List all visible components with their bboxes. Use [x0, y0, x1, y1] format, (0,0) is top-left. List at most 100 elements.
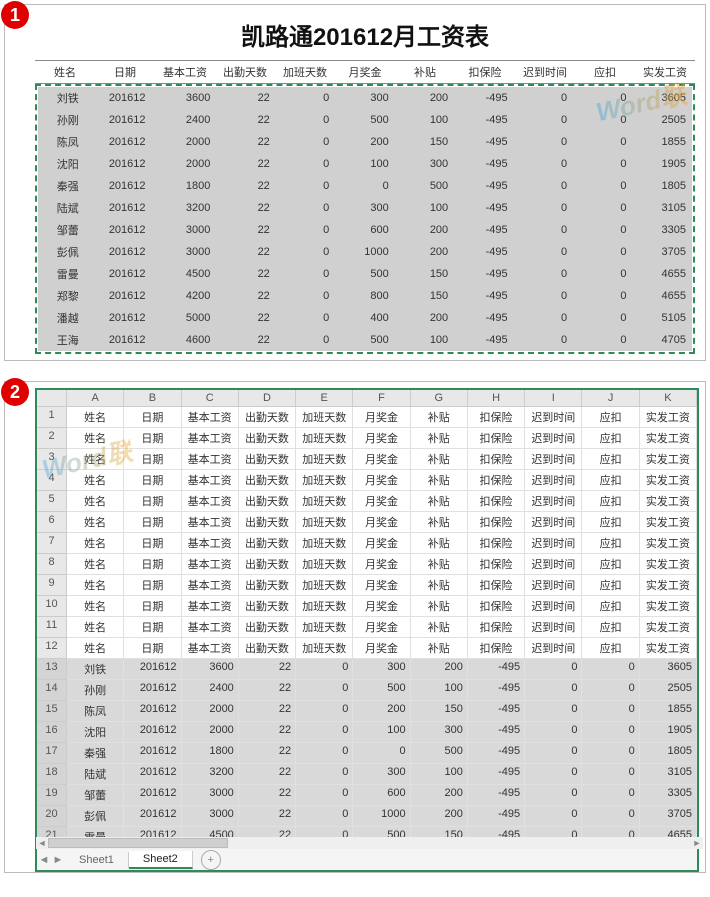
cell[interactable]: 出勤天数	[239, 428, 296, 449]
cell[interactable]: 姓名	[67, 407, 124, 428]
column-letter[interactable]: G	[411, 390, 468, 407]
cell[interactable]: 1905	[633, 153, 692, 175]
cell[interactable]: 0	[525, 701, 582, 722]
cell[interactable]: 孙刚	[67, 680, 124, 701]
cell[interactable]: 补贴	[411, 449, 468, 470]
cell[interactable]: 0	[514, 153, 573, 175]
cell[interactable]: 补贴	[411, 575, 468, 596]
cell[interactable]: 扣保险	[468, 554, 525, 575]
cell[interactable]: 201612	[97, 241, 156, 263]
cell[interactable]: 月奖金	[353, 617, 410, 638]
cell[interactable]: 出勤天数	[239, 470, 296, 491]
cell[interactable]: 600	[335, 219, 394, 241]
cell[interactable]: 201612	[124, 659, 181, 680]
cell[interactable]: 22	[239, 764, 296, 785]
cell[interactable]: 日期	[124, 533, 181, 554]
cell[interactable]: 姓名	[67, 554, 124, 575]
cell[interactable]: 姓名	[67, 491, 124, 512]
cell[interactable]: 日期	[124, 638, 181, 659]
cell[interactable]: 0	[525, 785, 582, 806]
cell[interactable]: 201612	[97, 285, 156, 307]
cell[interactable]: 扣保险	[468, 470, 525, 491]
cell[interactable]: 201612	[124, 743, 181, 764]
cell[interactable]: 0	[573, 109, 632, 131]
cell[interactable]: 2000	[157, 131, 216, 153]
cell[interactable]: 500	[395, 175, 454, 197]
cell[interactable]: 出勤天数	[239, 533, 296, 554]
cell[interactable]: 201612	[97, 307, 156, 329]
cell[interactable]: 500	[335, 109, 394, 131]
cell[interactable]: 姓名	[67, 617, 124, 638]
row-number[interactable]: 1	[37, 407, 67, 428]
cell[interactable]: 日期	[124, 575, 181, 596]
cell[interactable]: 迟到时间	[525, 449, 582, 470]
cell[interactable]: 迟到时间	[525, 638, 582, 659]
cell[interactable]: 沈阳	[67, 722, 124, 743]
cell[interactable]: 22	[216, 153, 275, 175]
cell[interactable]: 加班天数	[296, 596, 353, 617]
cell[interactable]: 22	[216, 219, 275, 241]
cell[interactable]: 200	[395, 219, 454, 241]
table-row[interactable]: 彭佩20161230002201000200-495003705	[38, 241, 692, 263]
row-number[interactable]: 16	[37, 722, 67, 743]
spreadsheet[interactable]: ABCDEFGHIJK1姓名日期基本工资出勤天数加班天数月奖金补贴扣保险迟到时间…	[35, 388, 699, 872]
cell[interactable]: 0	[296, 722, 353, 743]
cell[interactable]: 扣保险	[468, 428, 525, 449]
cell[interactable]: 0	[514, 285, 573, 307]
cell[interactable]: 出勤天数	[239, 554, 296, 575]
cell[interactable]: 201612	[97, 263, 156, 285]
cell[interactable]: 月奖金	[353, 407, 410, 428]
cell[interactable]: 150	[411, 701, 468, 722]
cell[interactable]: 迟到时间	[525, 596, 582, 617]
cell[interactable]: -495	[454, 285, 513, 307]
row-number[interactable]: 7	[37, 533, 67, 554]
cell[interactable]: 0	[514, 241, 573, 263]
row-number[interactable]: 14	[37, 680, 67, 701]
column-letter[interactable]: F	[353, 390, 410, 407]
cell[interactable]: -495	[454, 241, 513, 263]
cell[interactable]: 22	[216, 109, 275, 131]
cell[interactable]: 3000	[157, 241, 216, 263]
cell[interactable]: 500	[335, 329, 394, 351]
cell[interactable]: 0	[296, 806, 353, 827]
cell[interactable]: 150	[395, 285, 454, 307]
cell[interactable]: 月奖金	[353, 554, 410, 575]
cell[interactable]: 1855	[640, 701, 697, 722]
column-letter[interactable]: I	[525, 390, 582, 407]
tab-nav-next-icon[interactable]: ►	[51, 849, 65, 870]
cell[interactable]: 补贴	[411, 491, 468, 512]
cell[interactable]: 0	[525, 722, 582, 743]
cell[interactable]: 实发工资	[640, 428, 697, 449]
cell[interactable]: 日期	[124, 554, 181, 575]
row-number[interactable]: 8	[37, 554, 67, 575]
cell[interactable]: 出勤天数	[239, 407, 296, 428]
cell[interactable]: 2000	[157, 153, 216, 175]
cell[interactable]: 0	[276, 263, 335, 285]
cell[interactable]: 补贴	[411, 596, 468, 617]
cell[interactable]: 加班天数	[296, 470, 353, 491]
select-all-corner[interactable]	[37, 390, 67, 407]
cell[interactable]: 300	[395, 153, 454, 175]
cell[interactable]: 201612	[97, 329, 156, 351]
cell[interactable]: 0	[525, 659, 582, 680]
cell[interactable]: 0	[296, 743, 353, 764]
cell[interactable]: 0	[525, 806, 582, 827]
cell[interactable]: -495	[454, 153, 513, 175]
table-row[interactable]: 潘越2016125000220400200-495005105	[38, 307, 692, 329]
cell[interactable]: -495	[454, 175, 513, 197]
cell[interactable]: 迟到时间	[525, 491, 582, 512]
row-number[interactable]: 17	[37, 743, 67, 764]
table-row[interactable]: 陆斌2016123200220300100-495003105	[38, 197, 692, 219]
cell[interactable]: 200	[411, 659, 468, 680]
cell[interactable]: 扣保险	[468, 512, 525, 533]
cell[interactable]: 1000	[353, 806, 410, 827]
cell[interactable]: 应扣	[582, 512, 639, 533]
cell[interactable]: 3305	[640, 785, 697, 806]
cell[interactable]: 0	[276, 329, 335, 351]
cell[interactable]: 实发工资	[640, 596, 697, 617]
cell[interactable]: 加班天数	[296, 407, 353, 428]
cell[interactable]: 应扣	[582, 533, 639, 554]
cell[interactable]: 迟到时间	[525, 470, 582, 491]
table-row[interactable]: 沈阳2016122000220100300-495001905	[38, 153, 692, 175]
cell[interactable]: 201612	[124, 680, 181, 701]
